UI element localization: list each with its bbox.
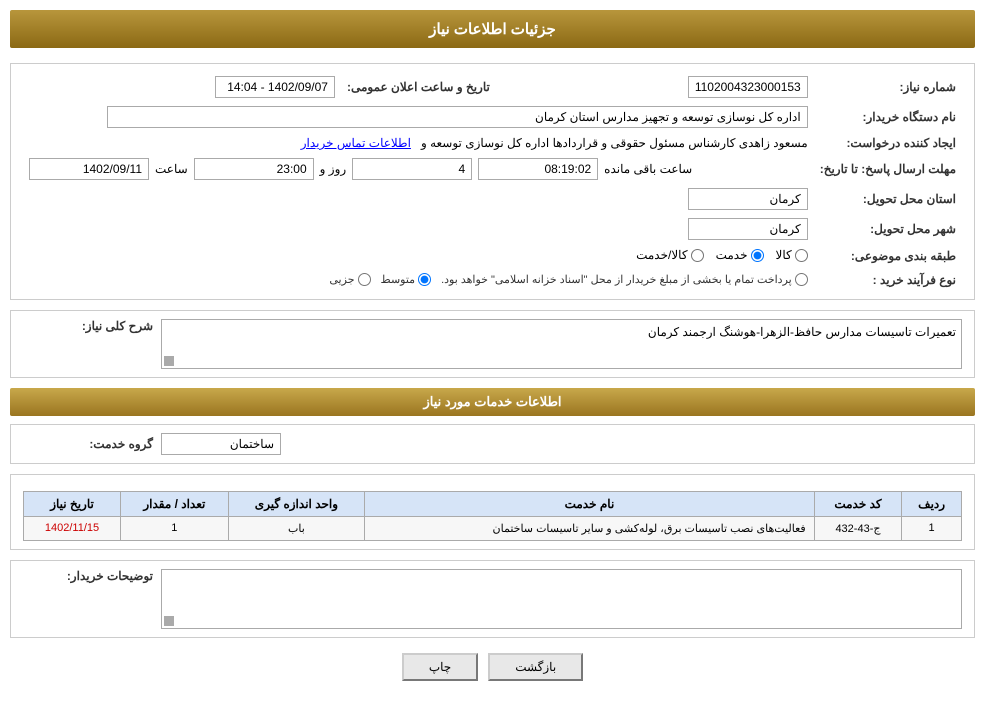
- remaining-time-label: ساعت باقی مانده: [604, 162, 692, 176]
- purchase-type-esnad[interactable]: پرداخت تمام یا بخشی از مبلغ خریدار از مح…: [441, 273, 808, 286]
- col-date: تاریخ نیاز: [24, 491, 121, 516]
- cell-row-num: 1: [902, 516, 962, 540]
- subject-value: کالا/خدمت خدمت کالا: [23, 244, 814, 269]
- table-row: 1 ج-43-432 فعالیت‌های نصب تاسیسات برق، ل…: [24, 516, 962, 540]
- col-service-code: کد خدمت: [814, 491, 902, 516]
- need-description-box: تعمیرات تاسیسات مدارس حافظ-الزهرا-هوشنگ …: [161, 319, 962, 369]
- radio-jozii[interactable]: [358, 273, 371, 286]
- subject-label: طبقه بندی موضوعی:: [814, 244, 962, 269]
- print-button[interactable]: چاپ: [402, 653, 478, 681]
- info-table: شماره نیاز: 1102004323000153 تاریخ و ساع…: [23, 72, 962, 291]
- bottom-buttons: بازگشت چاپ: [10, 653, 975, 681]
- col-row-num: ردیف: [902, 491, 962, 516]
- response-date-box: 1402/09/11: [29, 158, 149, 180]
- col-qty: تعداد / مقدار: [121, 491, 229, 516]
- purchase-jozii-label: جزیی: [329, 273, 354, 286]
- buyer-org-value: اداره کل نوسازی توسعه و تجهیز مدارس استا…: [23, 102, 814, 132]
- need-description-label: شرح کلی نیاز:: [23, 319, 153, 333]
- buyer-description-section: توضیحات خریدار:: [10, 560, 975, 638]
- subject-radio-kala-khedmat[interactable]: کالا/خدمت: [636, 248, 703, 262]
- purchase-esnad-label: پرداخت تمام یا بخشی از مبلغ خریدار از مح…: [441, 273, 792, 286]
- back-button[interactable]: بازگشت: [488, 653, 583, 681]
- cell-unit: باب: [228, 516, 365, 540]
- city-label: شهر محل تحویل:: [814, 214, 962, 244]
- remaining-time-box: 08:19:02: [478, 158, 598, 180]
- city-value: کرمان: [23, 214, 814, 244]
- need-number-label: شماره نیاز:: [814, 72, 962, 102]
- need-description-container: تعمیرات تاسیسات مدارس حافظ-الزهرا-هوشنگ …: [161, 319, 962, 369]
- response-deadline-label: مهلت ارسال پاسخ: تا تاریخ:: [814, 154, 962, 184]
- creator-contact-link[interactable]: اطلاعات تماس خریدار: [301, 136, 411, 150]
- radio-esnad[interactable]: [795, 273, 808, 286]
- cell-service-name: فعالیت‌های نصب تاسیسات برق، لوله‌کشی و س…: [365, 516, 815, 540]
- service-group-value: ساختمان: [161, 433, 281, 455]
- need-description-text: تعمیرات تاسیسات مدارس حافظ-الزهرا-هوشنگ …: [648, 325, 956, 339]
- buyer-org-box: اداره کل نوسازی توسعه و تجهیز مدارس استا…: [107, 106, 808, 128]
- radio-khedmat-label: خدمت: [716, 248, 748, 262]
- radio-kala-khedmat[interactable]: [691, 249, 704, 262]
- buyer-desc-label: توضیحات خریدار:: [23, 569, 153, 583]
- subject-radio-khedmat[interactable]: خدمت: [716, 248, 764, 262]
- creator-value: مسعود زاهدی کارشناس مسئول حقوقی و قراردا…: [23, 132, 814, 154]
- purchase-type-jozii[interactable]: جزیی: [329, 273, 370, 286]
- services-table-body: 1 ج-43-432 فعالیت‌های نصب تاسیسات برق، ل…: [24, 516, 962, 540]
- buyer-desc-box: [161, 569, 962, 629]
- service-group-section: گروه خدمت: ساختمان: [10, 424, 975, 464]
- table-header-row: ردیف کد خدمت نام خدمت واحد اندازه گیری ت…: [24, 491, 962, 516]
- response-deadline-value: 1402/09/11 ساعت 23:00 روز و 4 08:19:02 س…: [23, 154, 814, 184]
- purchase-type-value: پرداخت تمام یا بخشی از مبلغ خریدار از مح…: [23, 269, 814, 291]
- remaining-days-box: 4: [352, 158, 472, 180]
- col-service-name: نام خدمت: [365, 491, 815, 516]
- need-description-section: شرح کلی نیاز: تعمیرات تاسیسات مدارس حافظ…: [10, 310, 975, 378]
- response-time-label: ساعت: [155, 162, 188, 176]
- cell-service-code: ج-43-432: [814, 516, 902, 540]
- main-info-section: شماره نیاز: 1102004323000153 تاریخ و ساع…: [10, 63, 975, 300]
- services-table: ردیف کد خدمت نام خدمت واحد اندازه گیری ت…: [23, 491, 962, 541]
- radio-kala[interactable]: [795, 249, 808, 262]
- service-group-label: گروه خدمت:: [23, 437, 153, 451]
- resize-handle[interactable]: [164, 356, 174, 366]
- services-table-section: ردیف کد خدمت نام خدمت واحد اندازه گیری ت…: [10, 474, 975, 550]
- page-header: جزئیات اطلاعات نیاز: [10, 10, 975, 48]
- col-unit: واحد اندازه گیری: [228, 491, 365, 516]
- province-label: استان محل تحویل:: [814, 184, 962, 214]
- city-box: کرمان: [688, 218, 808, 240]
- announce-datetime-label: تاریخ و ساعت اعلان عمومی:: [341, 72, 496, 102]
- cell-date: 1402/11/15: [24, 516, 121, 540]
- purchase-type-motavasset[interactable]: متوسط: [381, 273, 432, 286]
- radio-kala-khedmat-label: کالا/خدمت: [636, 248, 687, 262]
- cell-qty: 1: [121, 516, 229, 540]
- purchase-type-group: پرداخت تمام یا بخشی از مبلغ خریدار از مح…: [29, 273, 808, 286]
- subject-radio-group: کالا/خدمت خدمت کالا: [636, 248, 808, 262]
- purchase-type-label: نوع فرآیند خرید :: [814, 269, 962, 291]
- creator-text: مسعود زاهدی کارشناس مسئول حقوقی و قراردا…: [421, 136, 808, 150]
- announce-datetime-value: 1402/09/07 - 14:04: [23, 72, 341, 102]
- province-value: کرمان: [23, 184, 814, 214]
- purchase-motavasset-label: متوسط: [381, 273, 416, 286]
- radio-motavasset[interactable]: [418, 273, 431, 286]
- response-time-box: 23:00: [194, 158, 314, 180]
- remaining-days-label: روز و: [320, 162, 347, 176]
- radio-khedmat[interactable]: [751, 249, 764, 262]
- province-box: کرمان: [688, 188, 808, 210]
- buyer-desc-resize-handle[interactable]: [164, 616, 174, 626]
- radio-kala-label: کالا: [776, 248, 792, 262]
- need-number-value: 1102004323000153: [496, 72, 814, 102]
- subject-radio-kala[interactable]: کالا: [776, 248, 808, 262]
- services-section-title: اطلاعات خدمات مورد نیاز: [10, 388, 975, 416]
- creator-label: ایجاد کننده درخواست:: [814, 132, 962, 154]
- announce-datetime-box: 1402/09/07 - 14:04: [215, 76, 335, 98]
- buyer-desc-container: [161, 569, 962, 629]
- need-number-box: 1102004323000153: [688, 76, 808, 98]
- buyer-org-label: نام دستگاه خریدار:: [814, 102, 962, 132]
